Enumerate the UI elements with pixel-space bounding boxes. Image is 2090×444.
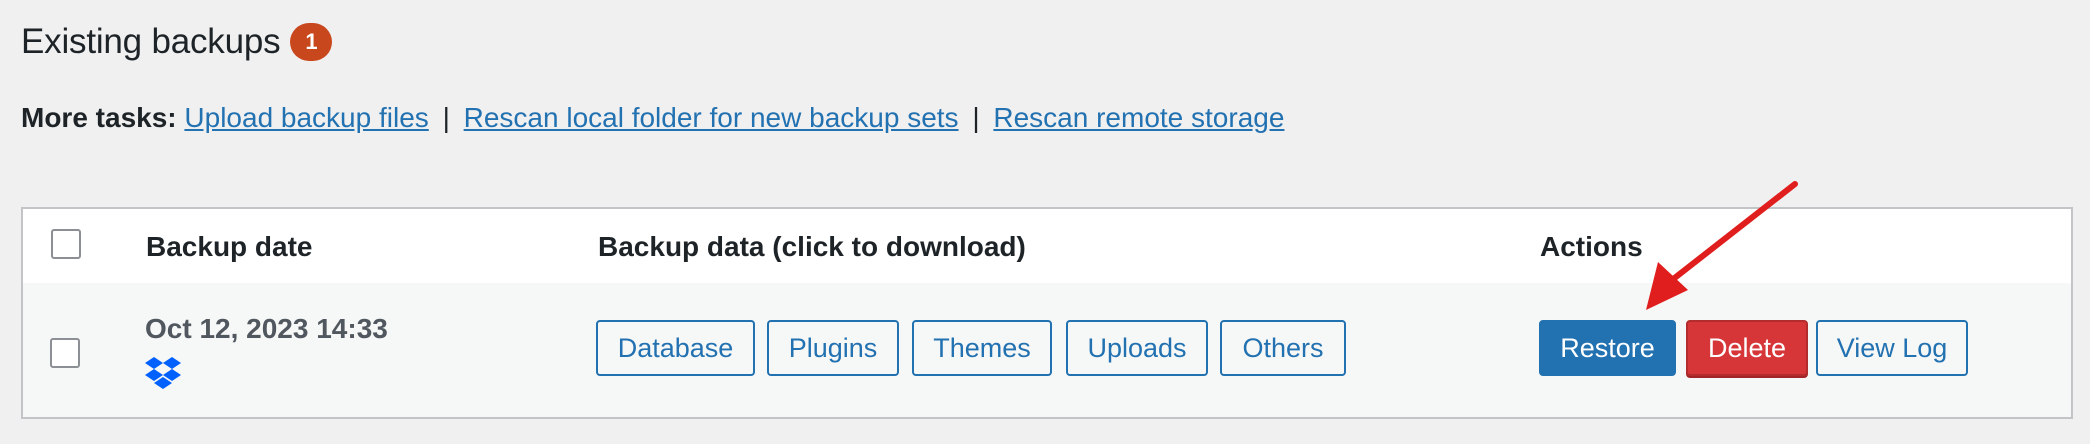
download-database-button[interactable]: Database [596, 320, 755, 376]
column-header-backup-data: Backup data (click to download) [598, 231, 1026, 262]
rescan-remote-storage-link[interactable]: Rescan remote storage [993, 102, 1284, 133]
page-title: Existing backups [21, 22, 281, 61]
backups-page: Existing backups 1 More tasks: Upload ba… [0, 0, 2090, 444]
download-others-button[interactable]: Others [1220, 320, 1346, 376]
dropbox-icon [145, 357, 181, 389]
table-header: Backup date Backup data (click to downlo… [23, 209, 2071, 285]
download-themes-button[interactable]: Themes [912, 320, 1052, 376]
more-tasks-label: More tasks: [21, 102, 177, 133]
download-plugins-button[interactable]: Plugins [767, 320, 899, 376]
upload-backup-files-link[interactable]: Upload backup files [184, 102, 428, 133]
rescan-local-folder-link[interactable]: Rescan local folder for new backup sets [464, 102, 959, 133]
restore-button[interactable]: Restore [1539, 320, 1676, 376]
backup-count-badge: 1 [290, 23, 333, 61]
view-log-button[interactable]: View Log [1816, 320, 1968, 376]
more-tasks-bar: More tasks: Upload backup files | Rescan… [21, 102, 1284, 134]
download-uploads-button[interactable]: Uploads [1066, 320, 1208, 376]
column-header-actions: Actions [1540, 231, 1643, 262]
row-select-checkbox[interactable] [50, 338, 80, 368]
column-header-backup-date: Backup date [146, 231, 313, 262]
link-separator: | [972, 102, 980, 133]
backup-date: Oct 12, 2023 14:33 [145, 313, 388, 344]
existing-backups-heading: Existing backups 1 [21, 22, 333, 62]
link-separator: | [442, 102, 450, 133]
select-all-checkbox[interactable] [51, 229, 81, 259]
delete-button[interactable]: Delete [1686, 320, 1808, 376]
